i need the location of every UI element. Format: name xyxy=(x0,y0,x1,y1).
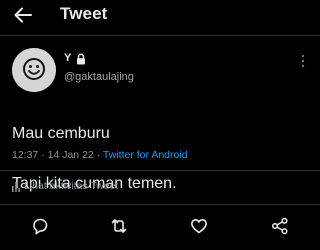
tweet-date: 14 Jan 22 xyxy=(47,149,94,161)
avatar[interactable] xyxy=(12,48,56,92)
more-vertical-icon xyxy=(301,54,305,68)
share-button[interactable] xyxy=(270,216,290,236)
page-title: Tweet xyxy=(60,4,108,23)
retweet-icon xyxy=(111,219,127,233)
heart-icon xyxy=(191,219,207,234)
author-handle[interactable]: @gaktaulajing xyxy=(64,71,134,83)
author-name[interactable]: Y xyxy=(64,52,71,64)
more-options-button[interactable] xyxy=(298,53,308,69)
reply-bubble-icon xyxy=(33,218,48,235)
bar-chart-icon xyxy=(12,182,20,192)
meta-divider xyxy=(0,170,320,171)
lock-icon xyxy=(76,52,86,65)
activity-divider xyxy=(0,204,320,205)
back-button[interactable] xyxy=(13,6,33,24)
retweet-button[interactable] xyxy=(109,216,129,236)
tweet-meta: 12:37 · 14 Jan 22 · Twitter for Android xyxy=(12,149,188,161)
tweet-text-line: Mau cemburu xyxy=(12,125,110,142)
tweet-source-link[interactable]: Twitter for Android xyxy=(103,149,188,161)
reply-button[interactable] xyxy=(30,216,50,236)
arrow-left-icon xyxy=(14,7,32,23)
header-divider xyxy=(0,35,320,36)
activity-label: Lihat aktivitas Tweet xyxy=(24,180,119,192)
share-icon xyxy=(271,217,288,235)
meta-separator: · xyxy=(96,149,101,161)
smiley-avatar-icon xyxy=(12,48,56,92)
like-button[interactable] xyxy=(189,216,209,236)
meta-separator: · xyxy=(41,149,45,161)
top-bar: Tweet xyxy=(0,0,320,30)
tweet-time: 12:37 xyxy=(12,149,39,161)
